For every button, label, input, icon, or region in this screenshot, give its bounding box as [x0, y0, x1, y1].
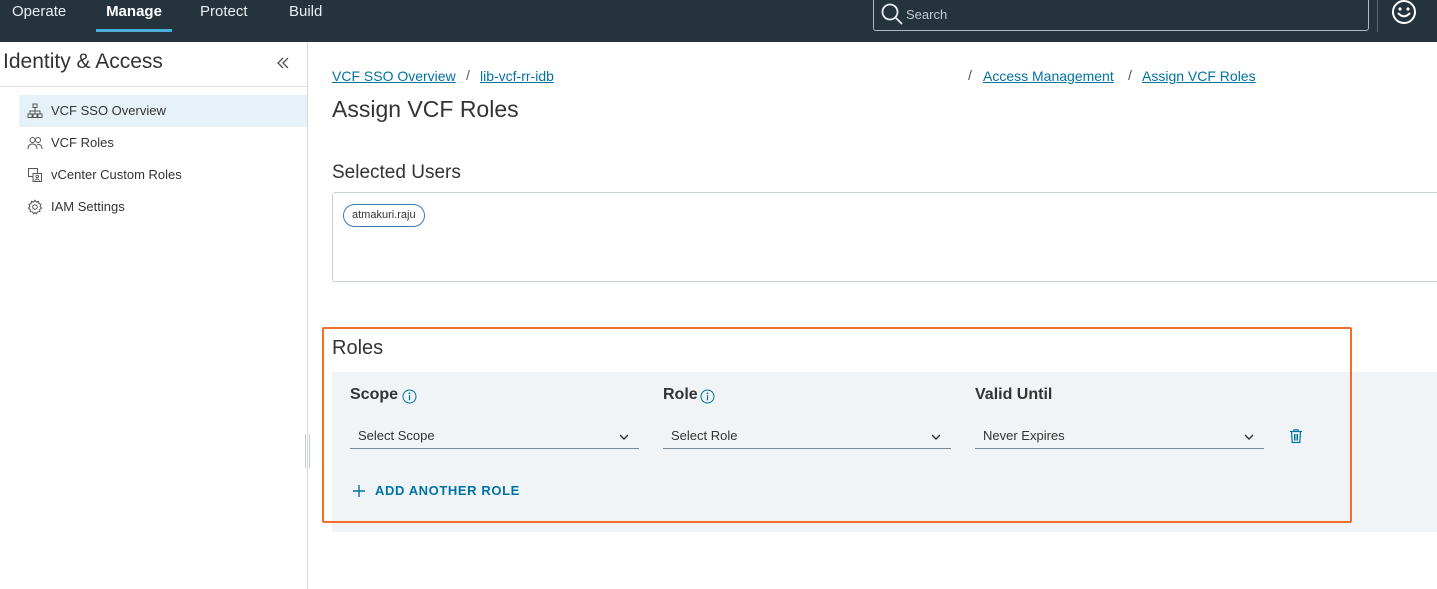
sidebar-item-vcf-roles[interactable]: VCF Roles	[19, 127, 307, 159]
role-column-header: Role	[663, 386, 698, 403]
double-chevron-left-icon[interactable]	[274, 54, 292, 72]
sidebar-item-label: VCF SSO Overview	[51, 103, 166, 118]
breadcrumb-separator: /	[1128, 67, 1132, 83]
search-icon	[881, 3, 903, 25]
search-input[interactable]	[906, 3, 1346, 25]
chevron-down-icon	[931, 434, 941, 440]
nav-tab-build[interactable]: Build	[289, 0, 322, 32]
user-chip[interactable]: atmakuri.raju	[343, 204, 425, 227]
nav-tab-operate[interactable]: Operate	[12, 0, 66, 32]
role-select-value: Select Role	[671, 428, 738, 443]
plus-icon	[353, 485, 365, 497]
sidebar-item-iam-settings[interactable]: IAM Settings	[19, 191, 307, 223]
breadcrumb-link-assign-vcf-roles[interactable]: Assign VCF Roles	[1142, 68, 1256, 84]
scope-select[interactable]: Select Scope	[350, 424, 639, 449]
info-icon[interactable]	[402, 389, 417, 404]
page-title: Assign VCF Roles	[332, 96, 519, 122]
valid-until-select[interactable]: Never Expires	[975, 424, 1264, 449]
gear-icon	[27, 199, 43, 215]
chevron-down-icon	[1244, 434, 1254, 440]
sidebar-divider	[0, 86, 307, 87]
nav-tab-manage[interactable]: Manage	[96, 0, 172, 32]
breadcrumb-link-lib-vcf-rr-idb[interactable]: lib-vcf-rr-idb	[480, 68, 554, 84]
users-icon	[27, 137, 43, 150]
top-navigation-bar: Operate Manage Protect Build	[0, 0, 1437, 42]
trash-icon[interactable]	[1288, 428, 1304, 444]
role-select[interactable]: Select Role	[663, 424, 951, 449]
custom-roles-icon	[28, 168, 42, 182]
sidebar-resize-handle[interactable]	[305, 434, 310, 468]
sidebar-item-label: vCenter Custom Roles	[51, 167, 182, 182]
sidebar-item-vcf-sso-overview[interactable]: VCF SSO Overview	[19, 95, 307, 127]
roles-title: Roles	[332, 337, 384, 359]
selected-users-box[interactable]: atmakuri.raju	[332, 192, 1437, 282]
sidebar-item-label: VCF Roles	[51, 135, 114, 150]
smiley-user-icon[interactable]	[1391, 0, 1417, 25]
breadcrumb-link-access-management[interactable]: Access Management	[983, 68, 1114, 84]
breadcrumb-link-vcf-sso-overview[interactable]: VCF SSO Overview	[332, 68, 456, 84]
add-another-role-label: ADD ANOTHER ROLE	[375, 483, 520, 498]
chevron-down-icon	[619, 434, 629, 440]
selected-users-title: Selected Users	[332, 162, 461, 183]
scope-column-header: Scope	[350, 386, 399, 403]
scope-select-value: Select Scope	[358, 428, 435, 443]
breadcrumb-separator: /	[968, 67, 972, 83]
nav-tab-protect[interactable]: Protect	[200, 0, 248, 32]
valid-until-select-value: Never Expires	[983, 428, 1065, 443]
breadcrumb-separator: /	[466, 67, 470, 83]
topbar-divider	[1377, 0, 1378, 32]
valid-until-column-header: Valid Until	[975, 386, 1053, 403]
sidebar-item-vcenter-custom-roles[interactable]: vCenter Custom Roles	[19, 159, 307, 191]
sidebar-item-label: IAM Settings	[51, 199, 125, 214]
sitemap-icon	[27, 103, 43, 118]
search-box[interactable]	[873, 0, 1369, 31]
sidebar: Identity & Access VCF SSO Overview VCF R…	[0, 42, 308, 589]
sidebar-title: Identity & Access	[3, 50, 163, 73]
info-icon[interactable]	[700, 389, 715, 404]
